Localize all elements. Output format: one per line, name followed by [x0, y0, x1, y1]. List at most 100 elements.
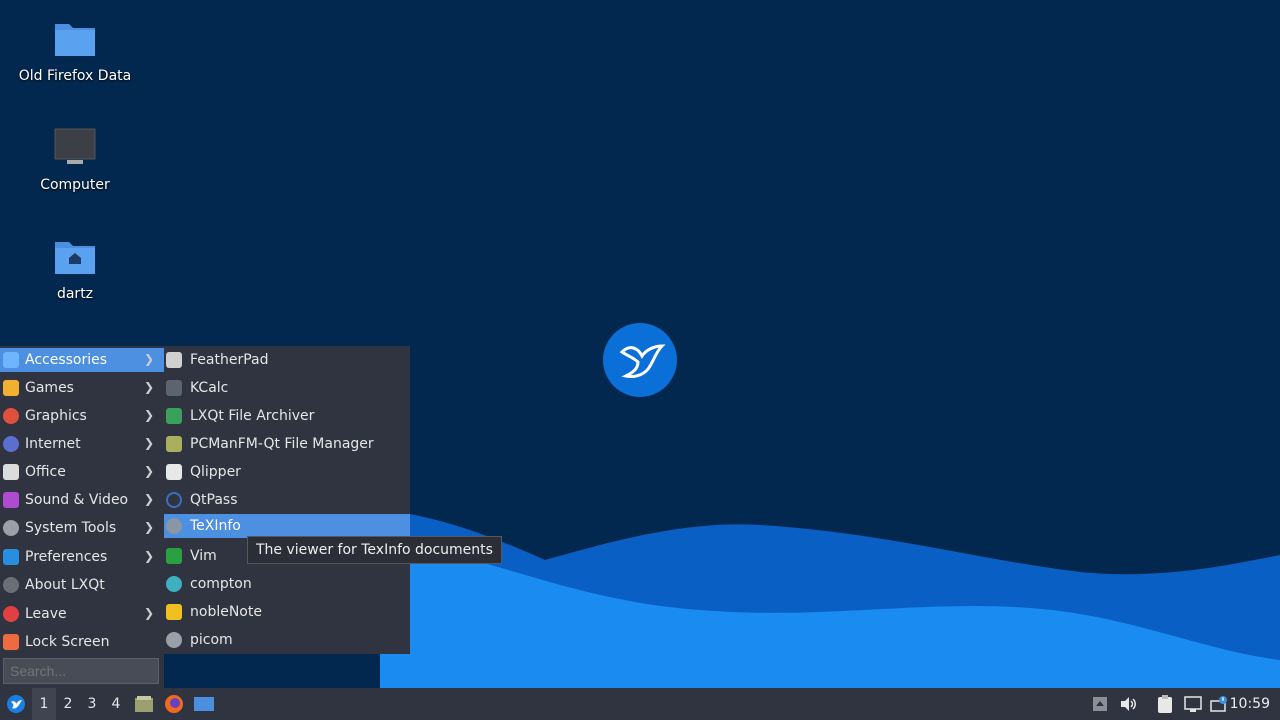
internet-icon	[3, 436, 19, 452]
home-folder-icon	[55, 242, 95, 274]
main-menu: Accessories ❯ Games ❯ Graphics ❯ Interne…	[0, 346, 164, 688]
file-manager-icon	[135, 696, 153, 712]
menu-item-label: System Tools	[25, 520, 117, 536]
menu-item-picom[interactable]: picom	[164, 628, 410, 652]
network-button[interactable]	[1182, 688, 1204, 720]
main-menu-button[interactable]	[4, 688, 28, 720]
menu-item-label: Accessories	[25, 352, 108, 368]
power-icon	[3, 606, 19, 622]
password-icon	[166, 492, 182, 508]
menu-item-preferences[interactable]: Preferences ❯	[0, 545, 164, 569]
menu-item-lxqt-file-archiver[interactable]: LXQt File Archiver	[164, 404, 410, 428]
texinfo-icon	[166, 518, 182, 534]
menu-item-label: FeatherPad	[190, 352, 269, 368]
menu-item-label: Graphics	[25, 408, 87, 424]
menu-item-label: Games	[25, 380, 74, 396]
workspace-2[interactable]: 2	[56, 688, 80, 720]
menu-item-label: Preferences	[25, 549, 108, 565]
menu-item-compton[interactable]: compton	[164, 572, 410, 596]
menu-item-label: Sound & Video	[25, 492, 129, 508]
compton-icon	[166, 576, 182, 592]
menu-item-texinfo[interactable]: TeXInfo	[164, 514, 410, 538]
menu-item-label: nobleNote	[190, 604, 262, 620]
menu-item-about-lxqt[interactable]: About LXQt	[0, 573, 164, 597]
chevron-right-icon: ❯	[143, 380, 154, 394]
menu-item-featherpad[interactable]: FeatherPad	[164, 348, 410, 372]
menu-item-pcmanfm-qt[interactable]: PCManFM-Qt File Manager	[164, 432, 410, 456]
menu-item-leave[interactable]: Leave ❯	[0, 602, 164, 626]
desktop-icon-label: dartz	[56, 286, 94, 302]
menu-item-label: picom	[190, 632, 233, 648]
workspace-4[interactable]: 4	[104, 688, 128, 720]
workspace-3[interactable]: 3	[80, 688, 104, 720]
menu-item-graphics[interactable]: Graphics ❯	[0, 404, 164, 428]
office-icon	[3, 464, 19, 480]
chevron-right-icon: ❯	[143, 352, 154, 366]
menu-item-label: LXQt File Archiver	[190, 408, 315, 424]
menu-item-system-tools[interactable]: System Tools ❯	[0, 516, 164, 540]
desktop-icon-computer[interactable]: Computer	[15, 127, 135, 193]
menu-item-games[interactable]: Games ❯	[0, 376, 164, 400]
menu-item-accessories[interactable]: Accessories ❯	[0, 348, 164, 372]
computer-icon	[54, 128, 96, 164]
clock[interactable]: 10:59	[1230, 688, 1270, 720]
menu-item-label: Qlipper	[190, 464, 241, 480]
desktop-icon-label: Computer	[40, 177, 110, 193]
chevron-right-icon: ❯	[143, 408, 154, 422]
menu-item-label: KCalc	[190, 380, 229, 396]
chevron-right-icon: ❯	[143, 520, 154, 534]
vim-icon	[166, 548, 182, 564]
menu-item-sound-video[interactable]: Sound & Video ❯	[0, 488, 164, 512]
lubuntu-logo	[603, 323, 677, 397]
chevron-right-icon: ❯	[143, 549, 154, 563]
desktop-icon-old-firefox-data[interactable]: Old Firefox Data	[15, 18, 135, 84]
taskbar: 1 2 3 4 10:59	[0, 688, 1280, 720]
desktop-icon-label: Old Firefox Data	[18, 68, 132, 84]
show-desktop-button[interactable]	[192, 688, 216, 720]
firefox-icon	[165, 695, 183, 713]
tooltip: The viewer for TexInfo documents	[247, 536, 502, 564]
chevron-right-icon: ❯	[143, 606, 154, 620]
lock-icon	[3, 634, 19, 650]
menu-item-qlipper[interactable]: Qlipper	[164, 460, 410, 484]
calculator-icon	[166, 380, 182, 396]
picom-icon	[166, 632, 182, 648]
clipboard-icon	[166, 464, 182, 480]
accessories-icon	[3, 352, 19, 368]
menu-item-label: Leave	[25, 606, 67, 622]
sound-video-icon	[3, 492, 19, 508]
preferences-icon	[3, 549, 19, 565]
menu-item-label: About LXQt	[25, 577, 105, 593]
menu-item-office[interactable]: Office ❯	[0, 460, 164, 484]
menu-item-lock-screen[interactable]: Lock Screen	[0, 630, 164, 654]
menu-item-label: Office	[25, 464, 66, 480]
show-desktop-icon	[194, 697, 214, 711]
menu-item-label: QtPass	[190, 492, 238, 508]
desktop-icon-dartz[interactable]: dartz	[15, 236, 135, 302]
menu-item-kcalc[interactable]: KCalc	[164, 376, 410, 400]
menu-item-label: Lock Screen	[25, 634, 110, 650]
games-icon	[3, 380, 19, 396]
firefox-launcher[interactable]	[162, 688, 186, 720]
clipboard-tray-button[interactable]	[1154, 688, 1176, 720]
menu-item-noblenote[interactable]: nobleNote	[164, 600, 410, 624]
tray-expand-button[interactable]	[1090, 688, 1110, 720]
menu-item-qtpass[interactable]: QtPass	[164, 488, 410, 512]
featherpad-icon	[166, 352, 182, 368]
menu-item-label: PCManFM-Qt File Manager	[190, 436, 374, 452]
volume-button[interactable]	[1118, 688, 1138, 720]
menu-search-input[interactable]	[3, 658, 159, 684]
file-manager-launcher[interactable]	[132, 688, 156, 720]
graphics-icon	[3, 408, 19, 424]
chevron-right-icon: ❯	[143, 436, 154, 450]
archive-icon	[166, 408, 182, 424]
menu-item-internet[interactable]: Internet ❯	[0, 432, 164, 456]
chevron-right-icon: ❯	[143, 492, 154, 506]
network-icon	[1184, 696, 1202, 712]
lubuntu-logo-icon	[7, 695, 25, 713]
menu-item-label: TeXInfo	[190, 518, 241, 534]
folder-icon	[55, 24, 95, 56]
tray-expand-icon	[1093, 697, 1107, 711]
workspace-1[interactable]: 1	[32, 688, 56, 720]
update-notifier-button[interactable]	[1208, 688, 1230, 720]
